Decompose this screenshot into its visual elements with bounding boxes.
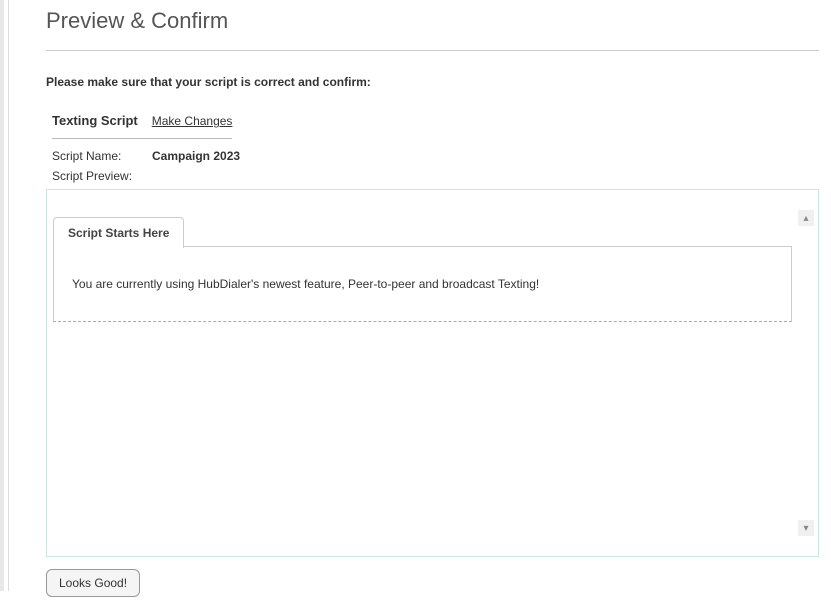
script-body-text: You are currently using HubDialer's newe…	[72, 277, 773, 291]
script-tab-panel: Script Starts Here You are currently usi…	[53, 246, 792, 322]
left-edge-border	[0, 0, 4, 591]
script-name-row: Script Name: Campaign 2023	[46, 149, 819, 163]
instruction-text: Please make sure that your script is cor…	[46, 75, 819, 89]
script-preview-label: Script Preview:	[52, 169, 152, 183]
page-title: Preview & Confirm	[46, 8, 819, 34]
scroll-up-icon[interactable]: ▴	[798, 210, 814, 226]
section-underline	[52, 138, 232, 139]
scroll-down-icon[interactable]: ▾	[798, 520, 814, 536]
preview-scrollbar[interactable]: ▴ ▾	[798, 210, 814, 536]
section-title: Texting Script	[52, 113, 138, 128]
title-divider	[46, 50, 819, 51]
looks-good-button[interactable]: Looks Good!	[46, 569, 140, 597]
make-changes-link[interactable]: Make Changes	[152, 114, 233, 128]
script-name-label: Script Name:	[52, 149, 152, 163]
tab-border-mask	[54, 246, 172, 247]
left-inner-border	[8, 0, 9, 591]
preview-inner: Script Starts Here You are currently usi…	[47, 202, 818, 322]
main-content: Preview & Confirm Please make sure that …	[0, 0, 831, 609]
script-preview-row: Script Preview:	[46, 169, 819, 183]
script-tab[interactable]: Script Starts Here	[53, 217, 184, 248]
script-preview-container: ▴ ▾ Script Starts Here You are currently…	[46, 189, 819, 557]
section-header: Texting Script Make Changes	[46, 113, 819, 128]
script-name-value: Campaign 2023	[152, 149, 240, 163]
